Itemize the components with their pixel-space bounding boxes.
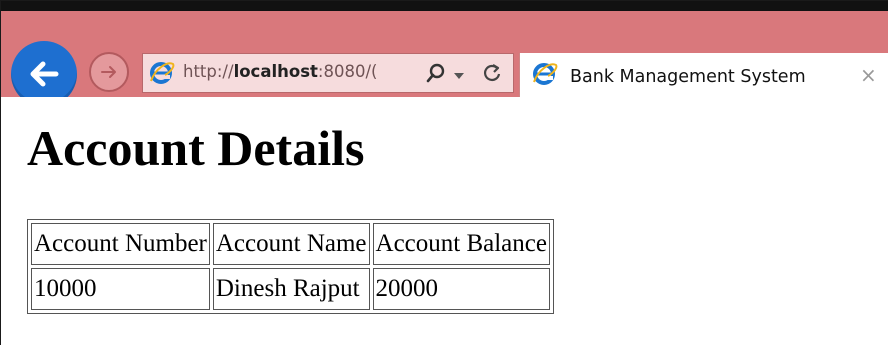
page-content: Account Details Account Number Account N… bbox=[1, 97, 888, 345]
url-rest: :8080/( bbox=[317, 62, 378, 81]
table-header-row: Account Number Account Name Account Bala… bbox=[31, 223, 550, 265]
internet-explorer-icon bbox=[149, 61, 175, 90]
url-text[interactable]: http://localhost:8080/( bbox=[183, 62, 419, 81]
refresh-icon[interactable] bbox=[481, 62, 503, 89]
close-icon[interactable]: × bbox=[860, 63, 877, 87]
header-account-balance: Account Balance bbox=[372, 223, 550, 265]
url-prefix: http:// bbox=[183, 62, 234, 81]
forward-button[interactable] bbox=[89, 52, 129, 92]
back-arrow-icon bbox=[30, 61, 59, 87]
dropdown-icon[interactable] bbox=[453, 68, 465, 86]
table-row: 10000 Dinesh Rajput 20000 bbox=[31, 268, 550, 310]
browser-toolbar: http://localhost:8080/(Bank Management … bbox=[1, 1, 888, 107]
header-account-name: Account Name bbox=[212, 223, 370, 265]
url-host: localhost bbox=[233, 62, 318, 81]
tab-internet-explorer-icon bbox=[532, 62, 558, 91]
browser-window: http://localhost:8080/(Bank Management … bbox=[0, 0, 888, 345]
tab-title: Bank Management System bbox=[570, 67, 806, 87]
search-icon[interactable] bbox=[425, 62, 447, 89]
header-account-number: Account Number bbox=[31, 223, 210, 265]
forward-arrow-icon bbox=[101, 66, 116, 78]
cell-account-number: 10000 bbox=[31, 268, 210, 310]
address-bar[interactable]: http://localhost:8080/( bbox=[142, 53, 514, 93]
page-title: Account Details bbox=[27, 120, 365, 176]
account-table: Account Number Account Name Account Bala… bbox=[27, 219, 554, 314]
cell-account-balance: 20000 bbox=[372, 268, 550, 310]
cell-account-name: Dinesh Rajput bbox=[212, 268, 370, 310]
